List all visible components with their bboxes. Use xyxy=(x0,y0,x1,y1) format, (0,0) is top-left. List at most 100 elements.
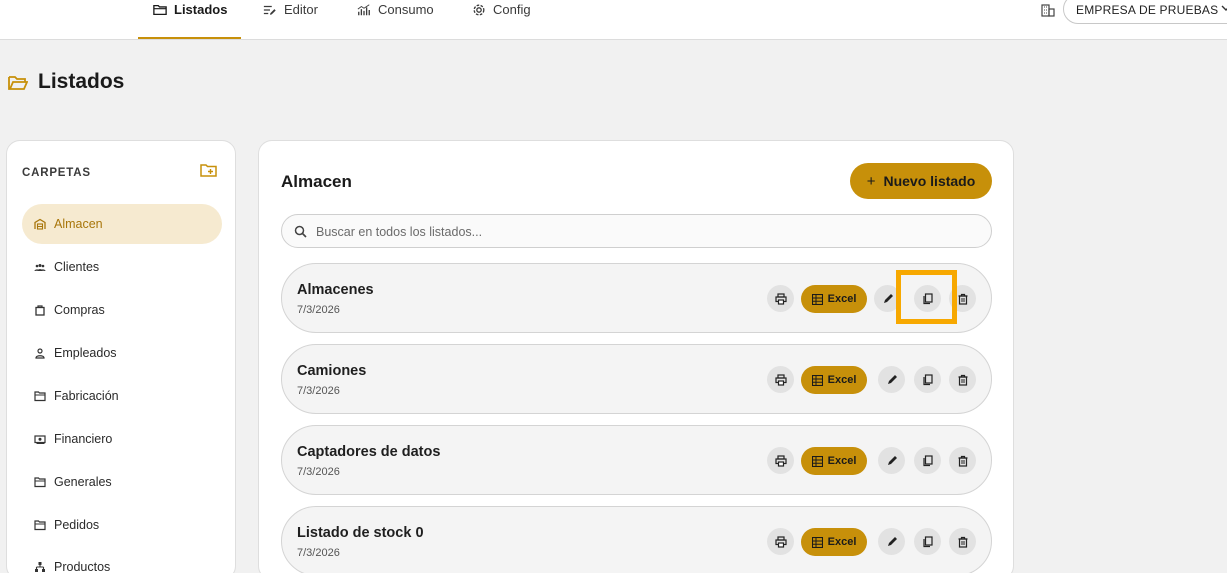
sidebar-item-productos[interactable]: Productos xyxy=(22,547,222,573)
trash-icon xyxy=(958,455,967,467)
chevron-down-icon xyxy=(1221,5,1227,11)
delete-button[interactable] xyxy=(949,447,976,474)
tab-consumo[interactable]: Consumo xyxy=(357,0,434,39)
excel-export-button[interactable]: Excel xyxy=(801,366,867,394)
company-name: EMPRESA DE PRUEBAS xyxy=(1076,3,1219,17)
excel-label: Excel xyxy=(827,536,857,548)
sidebar-item-label: Generales xyxy=(54,475,112,489)
folder-open-icon xyxy=(8,76,28,90)
pencil-icon xyxy=(887,374,897,384)
duplicate-button[interactable] xyxy=(914,447,941,474)
duplicate-button[interactable] xyxy=(914,528,941,555)
sidebar-item-label: Pedidos xyxy=(54,518,100,532)
duplicate-button[interactable] xyxy=(914,285,941,312)
folder-icon xyxy=(34,391,46,402)
sidebar-item-pedidos[interactable]: Pedidos xyxy=(22,505,222,545)
trash-icon xyxy=(958,374,967,386)
print-button[interactable] xyxy=(767,528,794,555)
building-icon xyxy=(1041,4,1055,17)
sidebar-item-label: Financiero xyxy=(54,432,113,446)
edit-button[interactable] xyxy=(878,447,905,474)
sidebar-item-label: Almacen xyxy=(54,217,103,231)
print-button[interactable] xyxy=(767,447,794,474)
listado-date: 7/3/2026 xyxy=(297,466,340,478)
spreadsheet-icon xyxy=(811,536,823,548)
duplicate-button[interactable] xyxy=(914,366,941,393)
sidebar-item-label: Empleados xyxy=(54,346,117,360)
listado-date: 7/3/2026 xyxy=(297,547,340,559)
trash-icon xyxy=(958,293,967,305)
listado-name: Almacenes xyxy=(297,282,374,298)
tab-editor[interactable]: Editor xyxy=(263,0,318,39)
gear-icon xyxy=(473,4,485,16)
listado-card[interactable]: Listado de stock 0 7/3/2026 Excel xyxy=(281,506,992,573)
sidebar-item-financiero[interactable]: Financiero xyxy=(22,419,222,459)
edit-button[interactable] xyxy=(874,285,901,312)
listado-name: Camiones xyxy=(297,363,367,379)
excel-export-button[interactable]: Excel xyxy=(801,528,867,556)
new-listado-label: Nuevo listado xyxy=(883,173,976,189)
bag-icon xyxy=(35,305,45,316)
listado-card[interactable]: Captadores de datos 7/3/2026 Excel xyxy=(281,425,992,495)
plus-icon: + xyxy=(866,172,876,190)
sidebar-item-generales[interactable]: Generales xyxy=(22,462,222,502)
tab-label: Config xyxy=(493,2,531,17)
person-icon xyxy=(35,348,45,359)
search-input[interactable] xyxy=(316,221,976,243)
spreadsheet-icon xyxy=(811,293,823,305)
warehouse-icon xyxy=(34,218,46,230)
listado-card[interactable]: Camiones 7/3/2026 Excel xyxy=(281,344,992,414)
printer-icon xyxy=(774,373,787,386)
delete-button[interactable] xyxy=(949,366,976,393)
top-navigation-bar: Listados Editor Consumo Config EMPRESA D… xyxy=(0,0,1227,40)
copy-icon xyxy=(922,454,933,466)
edit-button[interactable] xyxy=(878,528,905,555)
edit-list-icon xyxy=(263,5,276,15)
sidebar-item-compras[interactable]: Compras xyxy=(22,290,222,330)
delete-button[interactable] xyxy=(949,528,976,555)
tab-label: Listados xyxy=(174,2,228,17)
pencil-icon xyxy=(887,536,897,546)
search-box xyxy=(281,214,992,248)
sidebar-item-almacen[interactable]: Almacen xyxy=(22,204,222,244)
print-button[interactable] xyxy=(767,285,794,312)
print-button[interactable] xyxy=(767,366,794,393)
excel-export-button[interactable]: Excel xyxy=(801,447,867,475)
sidebar-item-label: Productos xyxy=(54,560,111,573)
spreadsheet-icon xyxy=(811,374,823,386)
excel-label: Excel xyxy=(827,374,857,386)
folder-icon xyxy=(153,4,167,16)
search-icon xyxy=(294,225,307,238)
printer-icon xyxy=(774,535,787,548)
tab-listados[interactable]: Listados xyxy=(153,0,227,39)
folder-icon xyxy=(34,477,46,488)
listados-panel: Almacen + Nuevo listado Almacenes 7/3/20… xyxy=(258,140,1014,573)
copy-icon xyxy=(922,292,933,304)
sidebar-item-fabricacion[interactable]: Fabricación xyxy=(22,376,222,416)
chart-icon xyxy=(357,4,370,16)
listado-name: Listado de stock 0 xyxy=(297,525,424,541)
new-listado-button[interactable]: + Nuevo listado xyxy=(850,163,992,199)
pencil-icon xyxy=(883,293,893,303)
listado-card[interactable]: Almacenes 7/3/2026 Excel xyxy=(281,263,992,333)
folders-sidebar: CARPETAS Almacen Clientes Compras Emplea… xyxy=(6,140,236,573)
sidebar-title: CARPETAS xyxy=(22,167,91,179)
spreadsheet-icon xyxy=(811,455,823,467)
tab-label: Editor xyxy=(284,2,318,17)
add-folder-icon[interactable] xyxy=(200,163,217,178)
sidebar-item-label: Fabricación xyxy=(54,389,119,403)
sidebar-item-clientes[interactable]: Clientes xyxy=(22,247,222,287)
edit-button[interactable] xyxy=(878,366,905,393)
copy-icon xyxy=(922,373,933,385)
company-select[interactable]: EMPRESA DE PRUEBAS xyxy=(1063,0,1227,24)
sidebar-item-empleados[interactable]: Empleados xyxy=(22,333,222,373)
trash-icon xyxy=(958,536,967,548)
folder-title: Almacen xyxy=(281,172,352,191)
delete-button[interactable] xyxy=(949,285,976,312)
folder-icon xyxy=(34,520,46,531)
sidebar-item-label: Compras xyxy=(54,303,105,317)
listado-name: Captadores de datos xyxy=(297,444,441,460)
tab-config[interactable]: Config xyxy=(472,0,531,39)
excel-export-button[interactable]: Excel xyxy=(801,285,867,313)
printer-icon xyxy=(774,454,787,467)
